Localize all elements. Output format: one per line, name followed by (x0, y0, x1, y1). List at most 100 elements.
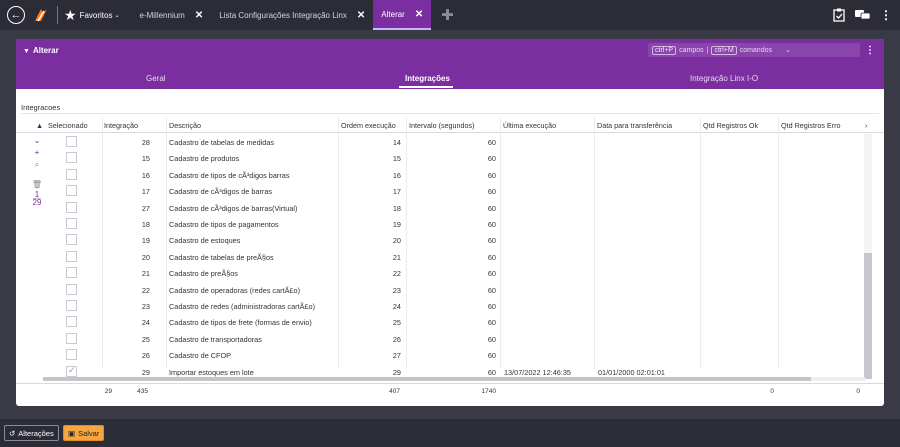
select-checkbox[interactable] (66, 267, 77, 279)
tab-label: e-Millennium (139, 10, 185, 20)
save-button[interactable]: ▣ Salvar (63, 425, 105, 441)
shortcut-label-commands: comandos (739, 46, 772, 54)
panel-title[interactable]: ▼ Alterar (23, 46, 59, 55)
select-checkbox[interactable] (66, 332, 77, 344)
top-bar: ← ★ Favoritos ⌄ e-Millennium ✕ Lista Con… (0, 0, 900, 30)
clipboard-check-icon[interactable] (833, 8, 845, 22)
cell-ordem: 22 (392, 269, 401, 279)
active-tab-indicator (399, 86, 453, 88)
cell-ordem: 24 (392, 302, 401, 311)
save-disk-icon: ▣ (68, 428, 76, 438)
col-qtd-ok[interactable]: Qtd Registros Ok (703, 121, 758, 130)
cell-descricao: Cadastro de tabelas de preÃ§os (169, 252, 274, 262)
sort-asc-icon[interactable]: ▲ (36, 121, 43, 130)
tab-e-millennium[interactable]: e-Millennium ✕ (132, 0, 212, 30)
history-icon: ↺ (9, 428, 16, 438)
table-row[interactable]: 18 Cadastro de tipos de pagamentos 19 60 (16, 216, 866, 232)
cell-integracao: 24 (141, 318, 150, 328)
chat-icon[interactable] (855, 9, 870, 21)
table-row[interactable]: 25 Cadastro de transportadoras 26 60 (16, 331, 866, 347)
shortcut-key-fields: ctrl+P (652, 45, 677, 55)
chevron-down-icon[interactable]: ⌄ (785, 46, 791, 54)
table-row[interactable]: 16 Cadastro de tipos de cÃ³digos barras 16… (16, 167, 866, 183)
table-row[interactable]: 22 Cadastro de operadoras (redes cartÃ£o)… (16, 282, 866, 298)
col-ordem-execucao[interactable]: Ordem execução (341, 121, 396, 130)
more-columns-icon[interactable]: › (865, 121, 867, 130)
cell-integracao: 28 (141, 138, 150, 147)
shortcut-label-fields: campos (679, 46, 704, 54)
section-divider (21, 113, 879, 114)
more-vertical-icon[interactable]: ⋮ (880, 8, 892, 22)
cell-ordem: 20 (392, 236, 401, 246)
shortcut-key-commands: ctrl+M (711, 45, 737, 55)
cell-integracao: 29 (141, 367, 150, 377)
select-checkbox[interactable] (66, 283, 77, 295)
shortcut-bar[interactable]: ctrl+P campos | ctrl+M comandos ⌄ (648, 43, 860, 57)
col-integracao[interactable]: Integração (104, 121, 138, 130)
close-icon[interactable]: ✕ (415, 9, 423, 20)
cell-integracao: 25 (141, 334, 150, 344)
section-title: Integracoes (21, 103, 61, 112)
select-checkbox[interactable] (66, 152, 77, 164)
select-checkbox[interactable] (66, 349, 77, 361)
cell-intervalo: 60 (487, 236, 496, 246)
cell-ultima-execucao: 13/07/2022 12:46:35 (504, 367, 571, 377)
top-right-tools: ⋮ (833, 0, 892, 30)
grid-footer-totals: 29 435 407 1740 0 0 (16, 383, 884, 403)
cell-intervalo: 60 (487, 138, 496, 147)
tab-lista-configuracoes[interactable]: Lista Configurações Integração Linx ✕ (211, 0, 373, 30)
changes-button[interactable]: ↺ Alterações (4, 425, 59, 441)
table-row[interactable]: 28 Cadastro de tabelas de medidas 14 60 (16, 134, 866, 150)
tab-integracoes[interactable]: Integrações (405, 74, 450, 83)
select-checkbox[interactable] (66, 365, 77, 377)
table-row[interactable]: 15 Cadastro de produtos 15 60 (16, 150, 866, 166)
cell-ordem: 17 (392, 187, 401, 197)
cell-intervalo: 60 (487, 302, 496, 311)
col-qtd-erro[interactable]: Qtd Registros Erro (781, 121, 841, 130)
table-row[interactable]: 19 Cadastro de estoques 20 60 (16, 232, 866, 248)
total-integracao: 435 (137, 388, 148, 395)
select-checkbox[interactable] (66, 201, 77, 213)
logo-icon[interactable] (32, 6, 50, 24)
more-vertical-icon[interactable]: ⋮ (865, 45, 875, 56)
cell-descricao: Cadastro de tipos de cÃ³digos barras (169, 170, 290, 180)
vertical-scroll-thumb[interactable] (864, 253, 872, 379)
favorites-menu[interactable]: ★ Favoritos ⌄ (64, 7, 120, 24)
col-ultima-execucao[interactable]: Última execução (503, 121, 556, 130)
cell-intervalo: 60 (487, 170, 496, 180)
cell-intervalo: 60 (487, 203, 496, 213)
table-row[interactable]: 27 Cadastro de cÃ³digos de barras(Virtual… (16, 200, 866, 216)
select-checkbox[interactable] (66, 136, 77, 147)
select-checkbox[interactable] (66, 300, 77, 311)
select-checkbox[interactable] (66, 250, 77, 262)
select-checkbox[interactable] (66, 218, 77, 229)
select-checkbox[interactable] (66, 316, 77, 328)
col-descricao[interactable]: Descrição (169, 121, 201, 130)
cell-integracao: 16 (141, 170, 150, 180)
close-icon[interactable]: ✕ (357, 10, 365, 21)
col-intervalo[interactable]: Intervalo (segundos) (409, 121, 475, 130)
tab-integracao-linx-io[interactable]: Integração Linx I-O (690, 74, 758, 83)
table-row[interactable]: 26 Cadastro de CFOP 27 60 (16, 347, 866, 363)
table-row[interactable]: 23 Cadastro de redes (administradoras car… (16, 298, 866, 314)
total-qtd-ok: 0 (770, 388, 774, 395)
new-tab-plus-icon[interactable]: ✚ (441, 6, 454, 24)
star-icon: ★ (64, 6, 77, 23)
table-row[interactable]: 20 Cadastro de tabelas de preÃ§os 21 60 (16, 249, 866, 265)
tab-geral[interactable]: Geral (146, 74, 166, 83)
cell-integracao: 15 (141, 154, 150, 164)
panel-header: ▼ Alterar ctrl+P campos | ctrl+M comandos… (16, 39, 884, 89)
col-data-transferencia[interactable]: Data para transferência (597, 121, 672, 130)
cell-integracao: 18 (141, 220, 150, 229)
tab-alterar[interactable]: Alterar ✕ (373, 0, 432, 30)
col-selecionado[interactable]: Selecionado (48, 121, 88, 130)
select-checkbox[interactable] (66, 168, 77, 180)
back-icon[interactable]: ← (7, 6, 25, 24)
select-checkbox[interactable] (66, 234, 77, 246)
table-row[interactable]: 17 Cadastro de cÃ³digos de barras 17 60 (16, 183, 866, 199)
table-row[interactable]: 21 Cadastro de preÃ§os 22 60 (16, 265, 866, 281)
select-checkbox[interactable] (66, 185, 77, 197)
horizontal-scroll-thumb[interactable] (43, 377, 811, 381)
table-row[interactable]: 24 Cadastro de tipos de frete (formas de … (16, 314, 866, 330)
close-icon[interactable]: ✕ (195, 10, 203, 21)
